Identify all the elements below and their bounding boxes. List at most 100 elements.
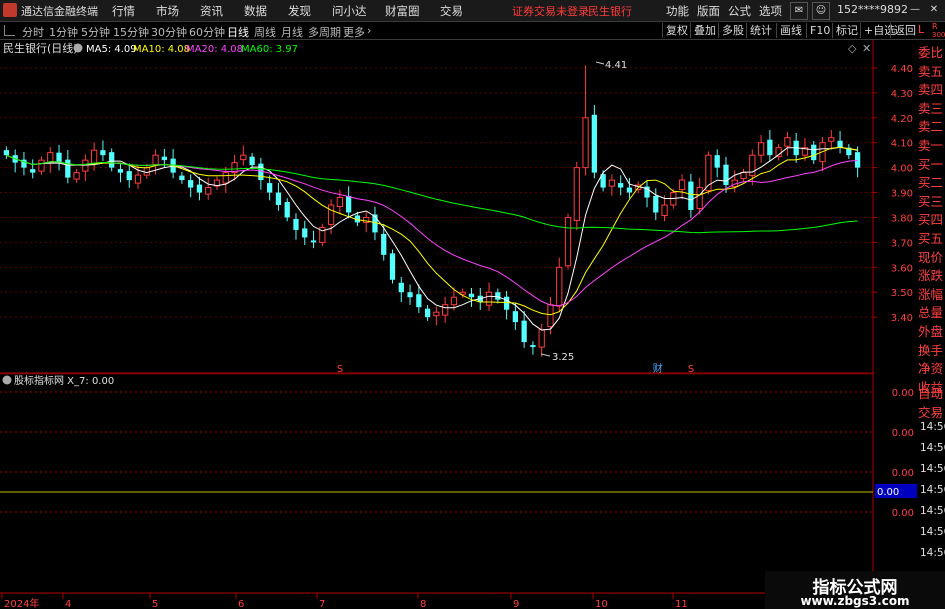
candle-body [407, 292, 413, 298]
close-pane-icon[interactable]: ✕ [862, 42, 871, 55]
quote-label: 买二 [918, 175, 944, 191]
tool-mark[interactable]: 标记 [832, 23, 861, 38]
chart-grid [0, 67, 873, 318]
period-60min[interactable]: 60分钟 [189, 24, 225, 40]
menu-news[interactable]: 资讯 [200, 3, 223, 19]
menu-formula[interactable]: 公式 [728, 3, 751, 19]
period-30min[interactable]: 30分钟 [151, 24, 187, 40]
date-label: 8 [420, 599, 426, 609]
candle-body [56, 152, 62, 163]
quote-label: 净资 [918, 361, 944, 377]
candle-body [618, 183, 624, 188]
y-tick-label: 3.70 [891, 238, 913, 249]
candle-body [109, 152, 115, 168]
candle-body [134, 174, 142, 184]
panel-code-1: R [932, 22, 938, 31]
trade-time: 14:56 [920, 526, 945, 538]
ma-lines [6, 146, 858, 331]
account-label[interactable]: 152****9892 [837, 3, 908, 16]
candle-body [327, 204, 335, 225]
candle-body [188, 180, 194, 188]
collapse-icon[interactable]: ◇ [848, 42, 857, 55]
candle-body [573, 167, 580, 221]
menu-function[interactable]: 功能 [666, 3, 689, 19]
period-monthly[interactable]: 月线 [281, 24, 303, 40]
candle-body [30, 169, 36, 173]
tool-adjust[interactable]: 复权 [662, 23, 691, 38]
trade-button[interactable]: 交易 [918, 402, 945, 421]
candle-body [757, 142, 765, 156]
tool-overlay[interactable]: 叠加 [690, 23, 719, 38]
stock-name-label: 民生银行 [588, 5, 632, 18]
chevron-down-icon[interactable] [73, 43, 83, 53]
minimize-icon[interactable]: — [907, 2, 923, 18]
menu-market-quotes[interactable]: 行情 [112, 3, 135, 19]
period-weekly[interactable]: 周线 [254, 24, 276, 40]
menu-wealth-circle[interactable]: 财富圈 [385, 3, 420, 19]
candle-body [547, 304, 554, 328]
panel-code-2: 300 [932, 31, 945, 39]
quote-label: 买四 [918, 212, 944, 228]
chevron-right-icon[interactable]: › [367, 24, 371, 37]
quote-label: 卖四 [918, 82, 944, 98]
chart-area[interactable]: 3.40 3.50 3.60 3.70 3.80 3.90 4.00 4.10 4.20 4.30… [0, 40, 945, 609]
candle-body [381, 233, 387, 255]
menu-discover[interactable]: 发现 [288, 3, 311, 19]
period-toolbar: 分时 1分钟 5分钟 15分钟 30分钟 60分钟 日线 周线 月线 多周期 更… [0, 22, 945, 40]
sub-y-label: 0.00 [892, 428, 914, 439]
period-15min[interactable]: 15分钟 [113, 24, 149, 40]
menu-ask[interactable]: 问小达 [332, 3, 367, 19]
tool-draw[interactable]: 画线 [776, 23, 805, 38]
trade-time: 14:56 [920, 463, 945, 475]
period-multi[interactable]: 多周期 [308, 24, 341, 40]
menu-trade[interactable]: 交易 [440, 3, 463, 19]
y-tick-label: 3.50 [891, 288, 913, 299]
tool-back[interactable]: 返回 [890, 23, 919, 38]
tool-stats[interactable]: 统计 [746, 23, 775, 38]
sub-chevron-icon[interactable] [2, 375, 12, 385]
candle-body [626, 187, 633, 193]
candle-body [3, 150, 10, 156]
candle-body [714, 155, 720, 168]
menu-options[interactable]: 选项 [759, 3, 782, 19]
tool-multi-stock[interactable]: 多股 [718, 23, 747, 38]
low-annotation-line [540, 353, 551, 357]
user-icon[interactable]: ☺ [812, 2, 830, 20]
candle-body [100, 150, 106, 156]
date-label: 9 [513, 599, 519, 609]
app-title: 通达信金融终端 [21, 5, 98, 18]
sub-y-label: 0.00 [892, 468, 914, 479]
candle-body [91, 149, 98, 164]
period-more[interactable]: 更多 [343, 24, 365, 40]
menu-layout[interactable]: 版面 [697, 3, 720, 19]
period-daily[interactable]: 日线 [227, 24, 249, 40]
trade-login-warning[interactable]: 证券交易未登录 [512, 3, 589, 19]
quote-panel: L R 300 委比 卖五 卖四 卖三 卖二 卖一 买一 买二 买三 买四 买五 现价 涨跌 涨幅 总量 外盘… [918, 22, 945, 422]
watermark-url: www.zbgs3.com [800, 594, 910, 608]
y-tick-label: 3.40 [891, 313, 913, 324]
menu-market[interactable]: 市场 [156, 3, 179, 19]
extreme-annotations: 4.41 3.25 [540, 60, 627, 363]
quote-label: 涨跌 [918, 268, 944, 284]
close-icon[interactable]: ✕ [926, 2, 942, 18]
candle-body [275, 192, 282, 206]
candle-body [723, 164, 729, 186]
quote-label: 卖二 [918, 119, 944, 135]
chart-type-icon[interactable] [4, 25, 15, 36]
auto-button[interactable]: 自动 [918, 383, 945, 402]
candle-body [302, 228, 308, 238]
tool-f10[interactable]: F10 [806, 23, 833, 38]
ma60-label: MA60: 3.97 [241, 44, 298, 55]
period-5min[interactable]: 5分钟 [81, 24, 110, 40]
candle-body [442, 304, 449, 316]
candle-body [389, 253, 396, 280]
ma5-line [6, 146, 858, 331]
quote-label: 涨幅 [918, 286, 944, 302]
period-1min[interactable]: 1分钟 [49, 24, 78, 40]
period-intraday[interactable]: 分时 [22, 24, 44, 40]
y-tick-label: 4.20 [891, 114, 913, 125]
message-icon[interactable]: ✉ [790, 2, 808, 20]
candle-body [398, 282, 404, 293]
y-tick-label: 4.30 [891, 89, 913, 100]
menu-data[interactable]: 数据 [244, 3, 267, 19]
